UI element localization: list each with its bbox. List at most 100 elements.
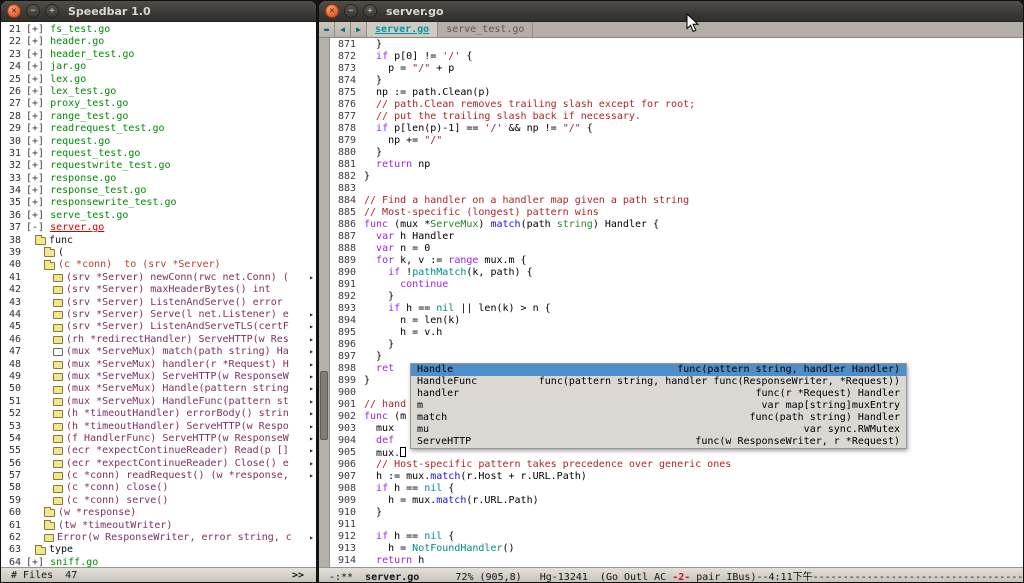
speedbar-item[interactable]: 39( — [1, 247, 316, 259]
tab-server.go[interactable]: server.go — [367, 22, 438, 37]
code-line[interactable]: 897 } — [330, 351, 1023, 363]
code-line[interactable]: 876 // path.Clean removes trailing slash… — [330, 99, 1023, 111]
speedbar-item[interactable]: 60(w *response) — [1, 507, 316, 519]
code-line[interactable]: 877 // put the trailing slash back if ne… — [330, 111, 1023, 123]
code-line[interactable]: 890 if !pathMatch(k, path) { — [330, 267, 1023, 279]
speedbar-item[interactable]: 42(srv *Server) maxHeaderBytes() int — [1, 284, 316, 296]
speedbar-item[interactable]: 58(c *conn) close() — [1, 482, 316, 494]
speedbar-item[interactable]: 52(h *timeoutHandler) errorBody() strin▸ — [1, 408, 316, 420]
speedbar-item[interactable]: 36[+] serve_test.go — [1, 210, 316, 222]
completion-item[interactable]: HandleFuncfunc(pattern string, handler f… — [411, 376, 906, 388]
code-line[interactable]: 893 if h == nil || len(k) > n { — [330, 303, 1023, 315]
speedbar-item[interactable]: 47(mux *ServeMux) match(path string) Ha▸ — [1, 346, 316, 358]
code-line[interactable]: 891 continue — [330, 279, 1023, 291]
code-line[interactable]: 892 } — [330, 291, 1023, 303]
speedbar-item[interactable]: 32[+] requestwrite_test.go — [1, 160, 316, 172]
completion-item[interactable]: ServeHTTPfunc(w ResponseWriter, r *Reque… — [411, 436, 906, 448]
code-line[interactable]: 883 — [330, 183, 1023, 195]
speedbar-item[interactable]: 44(srv *Server) Serve(l net.Listener) e▸ — [1, 309, 316, 321]
code-line[interactable]: 895 h = v.h — [330, 327, 1023, 339]
code-line[interactable]: 873 p = "/" + p — [330, 63, 1023, 75]
completion-item[interactable]: matchfunc(path string) Handler — [411, 412, 906, 424]
code-line[interactable]: 887 var h Handler — [330, 231, 1023, 243]
speedbar-item[interactable]: 45(srv *Server) ListenAndServeTLS(certF▸ — [1, 321, 316, 333]
speedbar-item[interactable]: 50(mux *ServeMux) Handle(pattern string▸ — [1, 383, 316, 395]
code-line[interactable]: 910 } — [330, 507, 1023, 519]
minimize-button[interactable]: − — [26, 4, 40, 18]
minimize-button[interactable]: − — [344, 4, 358, 18]
code-line[interactable]: 872 if p[0] != '/' { — [330, 51, 1023, 63]
speedbar-item[interactable]: 63type — [1, 544, 316, 556]
maximize-button[interactable]: + — [363, 4, 377, 18]
speedbar-item[interactable]: 25[+] lex.go — [1, 74, 316, 86]
code-line[interactable]: 880 } — [330, 147, 1023, 159]
speedbar-item[interactable]: 26[+] lex_test.go — [1, 86, 316, 98]
speedbar-item[interactable]: 33[+] response.go — [1, 173, 316, 185]
code-line[interactable]: 889 for k, v := range mux.m { — [330, 255, 1023, 267]
completion-item[interactable]: muvar sync.RWMutex — [411, 424, 906, 436]
speedbar-item[interactable]: 38func — [1, 235, 316, 247]
code-line[interactable]: 871 } — [330, 39, 1023, 51]
speedbar-item[interactable]: 22[+] header.go — [1, 36, 316, 48]
speedbar-item[interactable]: 49(mux *ServeMux) ServeHTTP(w ResponseW▸ — [1, 371, 316, 383]
speedbar-item[interactable]: 30[+] request.go — [1, 136, 316, 148]
speedbar-item[interactable]: 51(mux *ServeMux) HandleFunc(pattern st▸ — [1, 396, 316, 408]
close-button[interactable]: ✕ — [325, 4, 339, 18]
vertical-scrollbar[interactable] — [319, 38, 330, 567]
close-button[interactable]: ✕ — [7, 4, 21, 18]
speedbar-item[interactable]: 40(c *conn) to (srv *Server) — [1, 259, 316, 271]
speedbar-item[interactable]: 54(f HandlerFunc) ServeHTTP(w ResponseW▸ — [1, 433, 316, 445]
speedbar-item[interactable]: 64[+] sniff.go — [1, 557, 316, 567]
speedbar-item[interactable]: 31[+] request_test.go — [1, 148, 316, 160]
code-line[interactable]: 874 } — [330, 75, 1023, 87]
code-line[interactable]: 888 var n = 0 — [330, 243, 1023, 255]
code-line[interactable]: 882} — [330, 171, 1023, 183]
speedbar-item[interactable]: 59(c *conn) serve() — [1, 495, 316, 507]
completion-item[interactable]: mvar map[string]muxEntry — [411, 400, 906, 412]
maximize-button[interactable]: + — [45, 4, 59, 18]
code-line[interactable]: 913 h = NotFoundHandler() — [330, 543, 1023, 555]
speedbar-titlebar[interactable]: ✕ − + Speedbar 1.0 — [1, 1, 316, 22]
code-line[interactable]: 894 n = len(k) — [330, 315, 1023, 327]
code-line[interactable]: 878 if p[len(p)-1] == '/' && np != "/" { — [330, 123, 1023, 135]
code-line[interactable]: 912 if h == nil { — [330, 531, 1023, 543]
speedbar-item[interactable]: 34[+] response_test.go — [1, 185, 316, 197]
speedbar-item[interactable]: 46(rh *redirectHandler) ServeHTTP(w Res▸ — [1, 334, 316, 346]
code-line[interactable]: 881 return np — [330, 159, 1023, 171]
code-line[interactable]: 885// Most-specific (longest) pattern wi… — [330, 207, 1023, 219]
tabbar-forward-button[interactable]: ▶ — [351, 22, 367, 37]
code-line[interactable]: 907 h := mux.match(r.Host + r.URL.Path) — [330, 471, 1023, 483]
speedbar-item[interactable]: 55(ecr *expectContinueReader) Read(p []▸ — [1, 445, 316, 457]
speedbar-item[interactable]: 23[+] header_test.go — [1, 49, 316, 61]
speedbar-item[interactable]: 57(c *conn) readRequest() (w *response,▸ — [1, 470, 316, 482]
speedbar-item[interactable]: 29[+] readrequest_test.go — [1, 123, 316, 135]
code-line[interactable]: 896 } — [330, 339, 1023, 351]
speedbar-item[interactable]: 53(h *timeoutHandler) ServeHTTP(w Respo▸ — [1, 421, 316, 433]
speedbar-item[interactable]: 62Error(w ResponseWriter, error string, … — [1, 532, 316, 544]
speedbar-next-button[interactable]: >> — [292, 570, 316, 581]
speedbar-item[interactable]: 21[+] fs_test.go — [1, 24, 316, 36]
editor-titlebar[interactable]: ✕ − + server.go — [319, 1, 1023, 22]
completion-item[interactable]: Handlefunc(pattern string, handler Handl… — [411, 364, 906, 376]
speedbar-item[interactable]: 37[-] server.go — [1, 222, 316, 234]
speedbar-item[interactable]: 61(tw *timeoutWriter) — [1, 520, 316, 532]
speedbar-item[interactable]: 56(ecr *expectContinueReader) Close() e▸ — [1, 458, 316, 470]
code-line[interactable]: 914 return h — [330, 555, 1023, 567]
code-area[interactable]: Handlefunc(pattern string, handler Handl… — [330, 38, 1023, 567]
completion-item[interactable]: handlerfunc(r *Request) Handler — [411, 388, 906, 400]
code-line[interactable]: 875 np := path.Clean(p) — [330, 87, 1023, 99]
code-line[interactable]: 908 if h == nil { — [330, 483, 1023, 495]
speedbar-item[interactable]: 27[+] proxy_test.go — [1, 98, 316, 110]
code-line[interactable]: 879 np += "/" — [330, 135, 1023, 147]
speedbar-item[interactable]: 35[+] responsewrite_test.go — [1, 197, 316, 209]
scrollbar-thumb[interactable] — [320, 371, 328, 440]
speedbar-item[interactable]: 48(mux *ServeMux) handler(r *Request) H▸ — [1, 359, 316, 371]
tabbar-backward-button[interactable]: ◀ — [335, 22, 351, 37]
tabbar-home-button[interactable]: ▬ — [319, 22, 335, 37]
speedbar-item[interactable]: 28[+] range_test.go — [1, 111, 316, 123]
speedbar-item[interactable]: 24[+] jar.go — [1, 61, 316, 73]
code-line[interactable]: 884// Find a handler on a handler map gi… — [330, 195, 1023, 207]
tab-serve_test.go[interactable]: serve_test.go — [438, 22, 533, 37]
code-line[interactable]: 909 h = mux.match(r.URL.Path) — [330, 495, 1023, 507]
code-line[interactable]: 906 // Host-specific pattern takes prece… — [330, 459, 1023, 471]
